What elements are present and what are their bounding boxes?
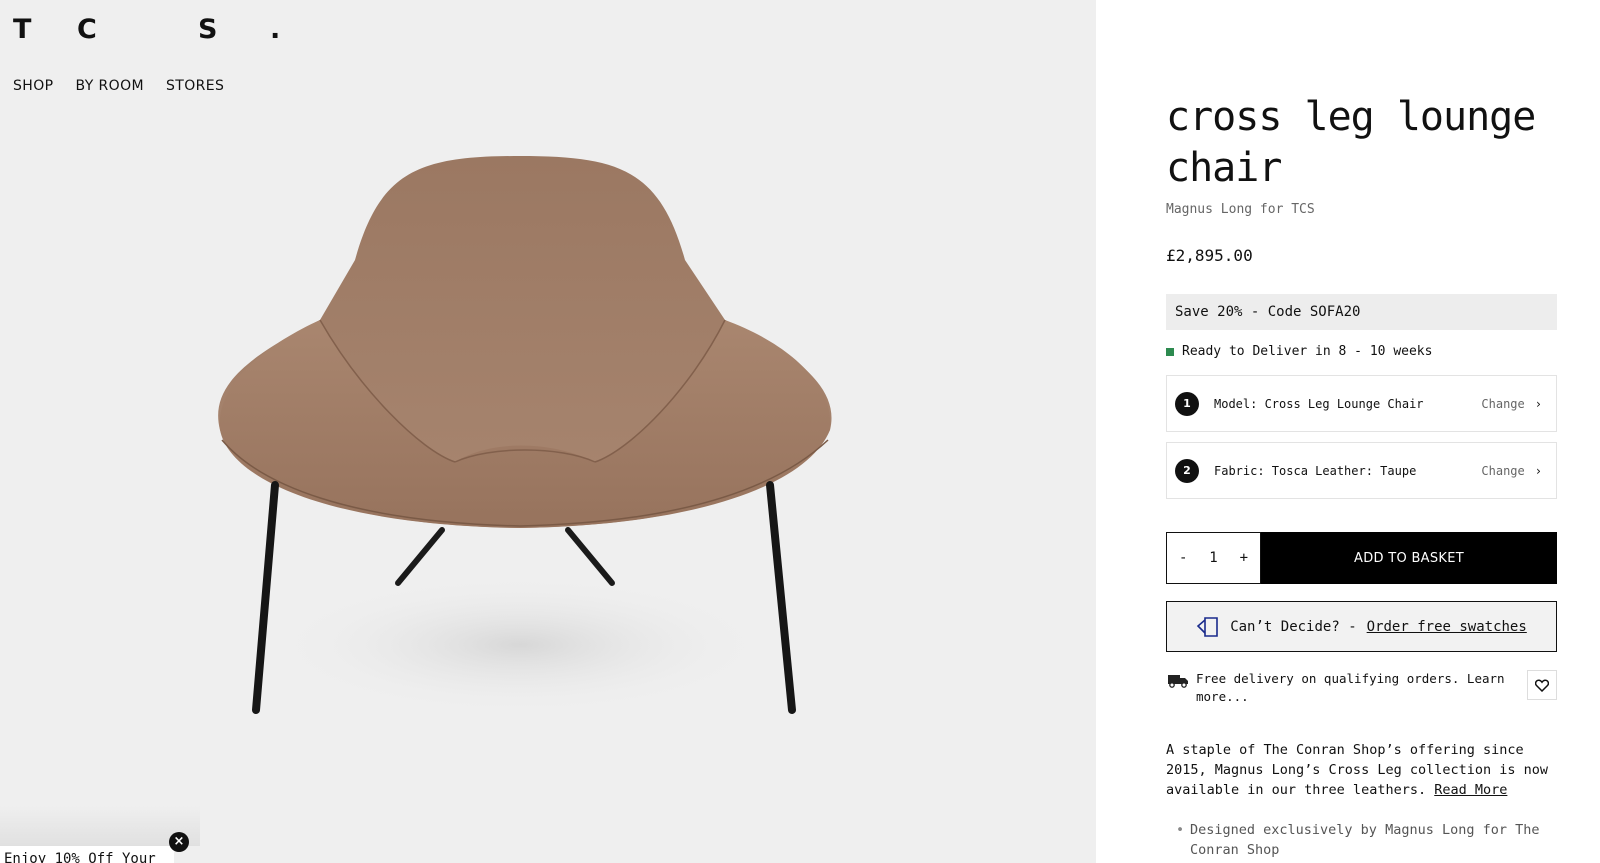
delivery-info: Free delivery on qualifying orders. Lear… — [1166, 670, 1557, 706]
change-fabric-link[interactable]: Change — [1481, 464, 1524, 478]
swatch-prefix: Can’t Decide? - — [1230, 618, 1357, 635]
status-dot-icon — [1166, 347, 1174, 356]
nav-stores[interactable]: STORES — [166, 78, 224, 94]
option-fabric[interactable]: 2 Fabric: Tosca Leather: Taupe Change › — [1166, 442, 1557, 499]
logo-letter-t: T — [13, 14, 32, 45]
nav-shop[interactable]: SHOP — [13, 78, 53, 94]
chevron-right-icon[interactable]: › — [1535, 397, 1542, 411]
qty-decrease-button[interactable]: - — [1179, 550, 1187, 566]
site-logo[interactable]: T C S . — [13, 14, 280, 45]
qty-value[interactable]: 1 — [1209, 550, 1217, 566]
option-model[interactable]: 1 Model: Cross Leg Lounge Chair Change › — [1166, 375, 1557, 432]
product-price: £2,895.00 — [1166, 246, 1253, 265]
delivery-text[interactable]: Free delivery on qualifying orders. Lear… — [1196, 670, 1506, 706]
swatch-banner: Can’t Decide? - Order free swatches — [1166, 601, 1557, 652]
product-title: cross leg lounge chair — [1166, 94, 1536, 191]
nav-by-room[interactable]: BY ROOM — [75, 78, 144, 94]
quantity-stepper: - 1 + — [1166, 532, 1261, 584]
list-item: Designed exclusively by Magnus Long for … — [1176, 820, 1557, 860]
option-label: Model: Cross Leg Lounge Chair — [1214, 396, 1424, 411]
product-image[interactable] — [180, 140, 900, 760]
read-more-link[interactable]: Read More — [1434, 782, 1507, 798]
swatch-icon — [1197, 616, 1219, 637]
wishlist-button[interactable] — [1527, 670, 1557, 700]
step-badge: 2 — [1175, 458, 1199, 483]
logo-letter-s: S — [198, 14, 218, 45]
availability: Ready to Deliver in 8 - 10 weeks — [1166, 344, 1557, 359]
product-details: cross leg lounge chair Magnus Long for T… — [1096, 0, 1600, 863]
product-description: A staple of The Conran Shop’s offering s… — [1166, 740, 1557, 800]
product-designer: Magnus Long for TCS — [1166, 202, 1315, 217]
logo-dot: . — [270, 14, 281, 45]
option-label: Fabric: Tosca Leather: Taupe — [1214, 463, 1417, 478]
feature-list: Designed exclusively by Magnus Long for … — [1166, 820, 1557, 860]
heart-icon — [1535, 678, 1549, 692]
discount-popup[interactable]: Enjoy 10% Off Your — [0, 846, 174, 863]
availability-text: Ready to Deliver in 8 - 10 weeks — [1182, 344, 1433, 359]
add-to-basket-button[interactable]: ADD TO BASKET — [1261, 532, 1557, 584]
step-badge: 1 — [1175, 391, 1199, 416]
product-gallery: T C S . SHOP BY ROOM STORES Enjoy 10% Of… — [0, 0, 1096, 863]
order-swatches-link[interactable]: Order free swatches — [1367, 619, 1527, 635]
truck-icon — [1168, 675, 1188, 688]
close-icon[interactable]: × — [169, 832, 189, 852]
qty-increase-button[interactable]: + — [1240, 550, 1248, 566]
chevron-right-icon[interactable]: › — [1535, 464, 1542, 478]
promo-banner: Save 20% - Code SOFA20 — [1166, 294, 1557, 330]
buy-row: - 1 + ADD TO BASKET — [1166, 532, 1557, 584]
main-nav: SHOP BY ROOM STORES — [13, 78, 224, 94]
logo-letter-c: C — [77, 14, 97, 45]
change-model-link[interactable]: Change — [1481, 397, 1524, 411]
